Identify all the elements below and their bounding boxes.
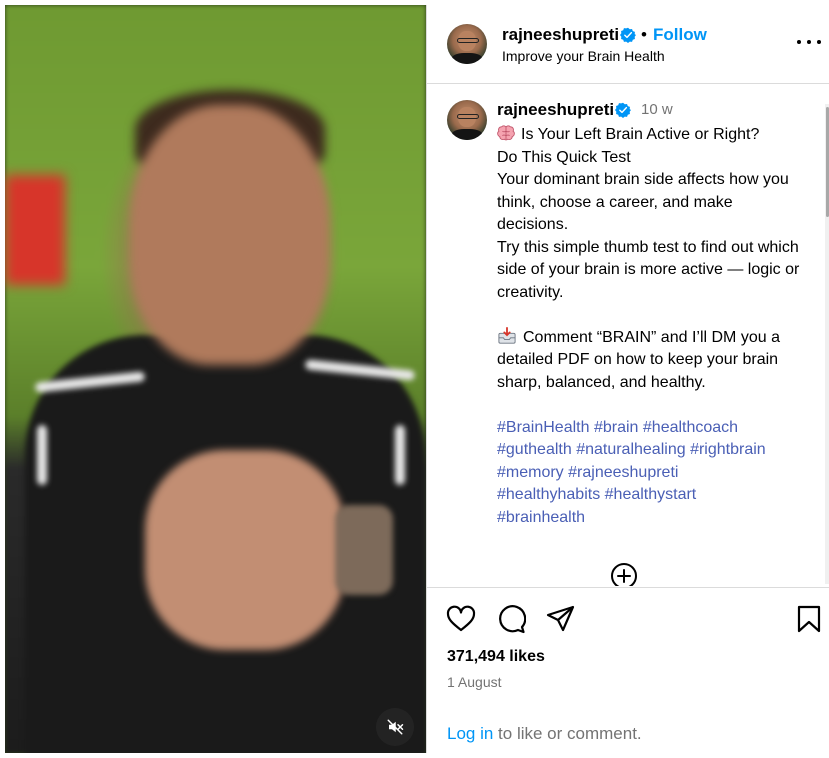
caption-line-4: Try this simple thumb test to find out w… (497, 238, 800, 301)
caption-line-3: Your dominant brain side affects how you… (497, 171, 789, 233)
caption-avatar[interactable] (447, 100, 487, 140)
avatar[interactable] (447, 24, 487, 64)
share-icon[interactable] (546, 604, 576, 634)
comment-icon[interactable] (496, 604, 526, 634)
hashtag-link[interactable]: #BrainHealth (497, 419, 590, 436)
inbox-tray-emoji-icon (498, 326, 516, 344)
caption-username[interactable]: rajneeshupreti (497, 100, 614, 120)
hashtag-link[interactable]: #naturalhealing (576, 441, 685, 458)
header-subtitle: Improve your Brain Health (502, 48, 665, 64)
hashtag-link[interactable]: #healthystart (605, 486, 697, 503)
hashtag-link[interactable]: #brainhealth (497, 509, 585, 526)
bookmark-icon[interactable] (794, 604, 824, 634)
post-date[interactable]: 1 August (447, 674, 502, 690)
post-actions: 371,494 likes 1 August Log in to like or… (427, 587, 829, 754)
hashtag-link[interactable]: #brain (594, 419, 638, 436)
follow-button[interactable]: Follow (653, 25, 707, 45)
plus-circle-icon[interactable] (610, 562, 638, 586)
post-time[interactable]: 10 w (641, 101, 673, 118)
caption-area: rajneeshupreti 10 w Is Your Left Brain A… (427, 84, 829, 586)
caption-line-2: Do This Quick Test (497, 148, 631, 166)
login-link[interactable]: Log in (447, 724, 493, 743)
likes-count[interactable]: 371,494 likes (447, 648, 545, 666)
hashtag-link[interactable]: #healthyhabits (497, 486, 600, 503)
separator-dot: • (641, 25, 647, 44)
post-header: rajneeshupreti • Follow Improve your Bra… (427, 5, 829, 84)
login-prompt: Log in to like or comment. (447, 724, 642, 744)
caption-text: Is Your Left Brain Active or Right? Do T… (497, 124, 807, 529)
muted-speaker-icon (387, 719, 404, 735)
hashtag-link[interactable]: #healthcoach (643, 419, 738, 436)
hashtag-link[interactable]: #memory (497, 464, 564, 481)
instagram-post-view: rajneeshupreti • Follow Improve your Bra… (0, 0, 829, 758)
hashtag-link[interactable]: #rajneeshupreti (568, 464, 678, 481)
hashtag-list: #BrainHealth #brain #healthcoach #guthea… (497, 417, 807, 530)
heart-icon[interactable] (446, 604, 476, 634)
mute-toggle-button[interactable] (376, 708, 414, 746)
caption-line-1: Is Your Left Brain Active or Right? (521, 126, 760, 143)
caption-line-5: Comment “BRAIN” and I’ll DM you a detail… (497, 328, 780, 391)
verified-badge-icon (615, 102, 631, 118)
brain-emoji-icon (497, 125, 515, 141)
more-options-icon[interactable] (797, 37, 821, 47)
hashtag-link[interactable]: #rightbrain (690, 441, 766, 458)
verified-badge-icon (620, 27, 636, 43)
hashtag-link[interactable]: #guthealth (497, 441, 572, 458)
post-side-panel: rajneeshupreti • Follow Improve your Bra… (426, 5, 829, 753)
login-prompt-text: to like or comment. (493, 724, 642, 743)
header-username[interactable]: rajneeshupreti (502, 25, 619, 45)
post-video[interactable] (5, 5, 426, 753)
